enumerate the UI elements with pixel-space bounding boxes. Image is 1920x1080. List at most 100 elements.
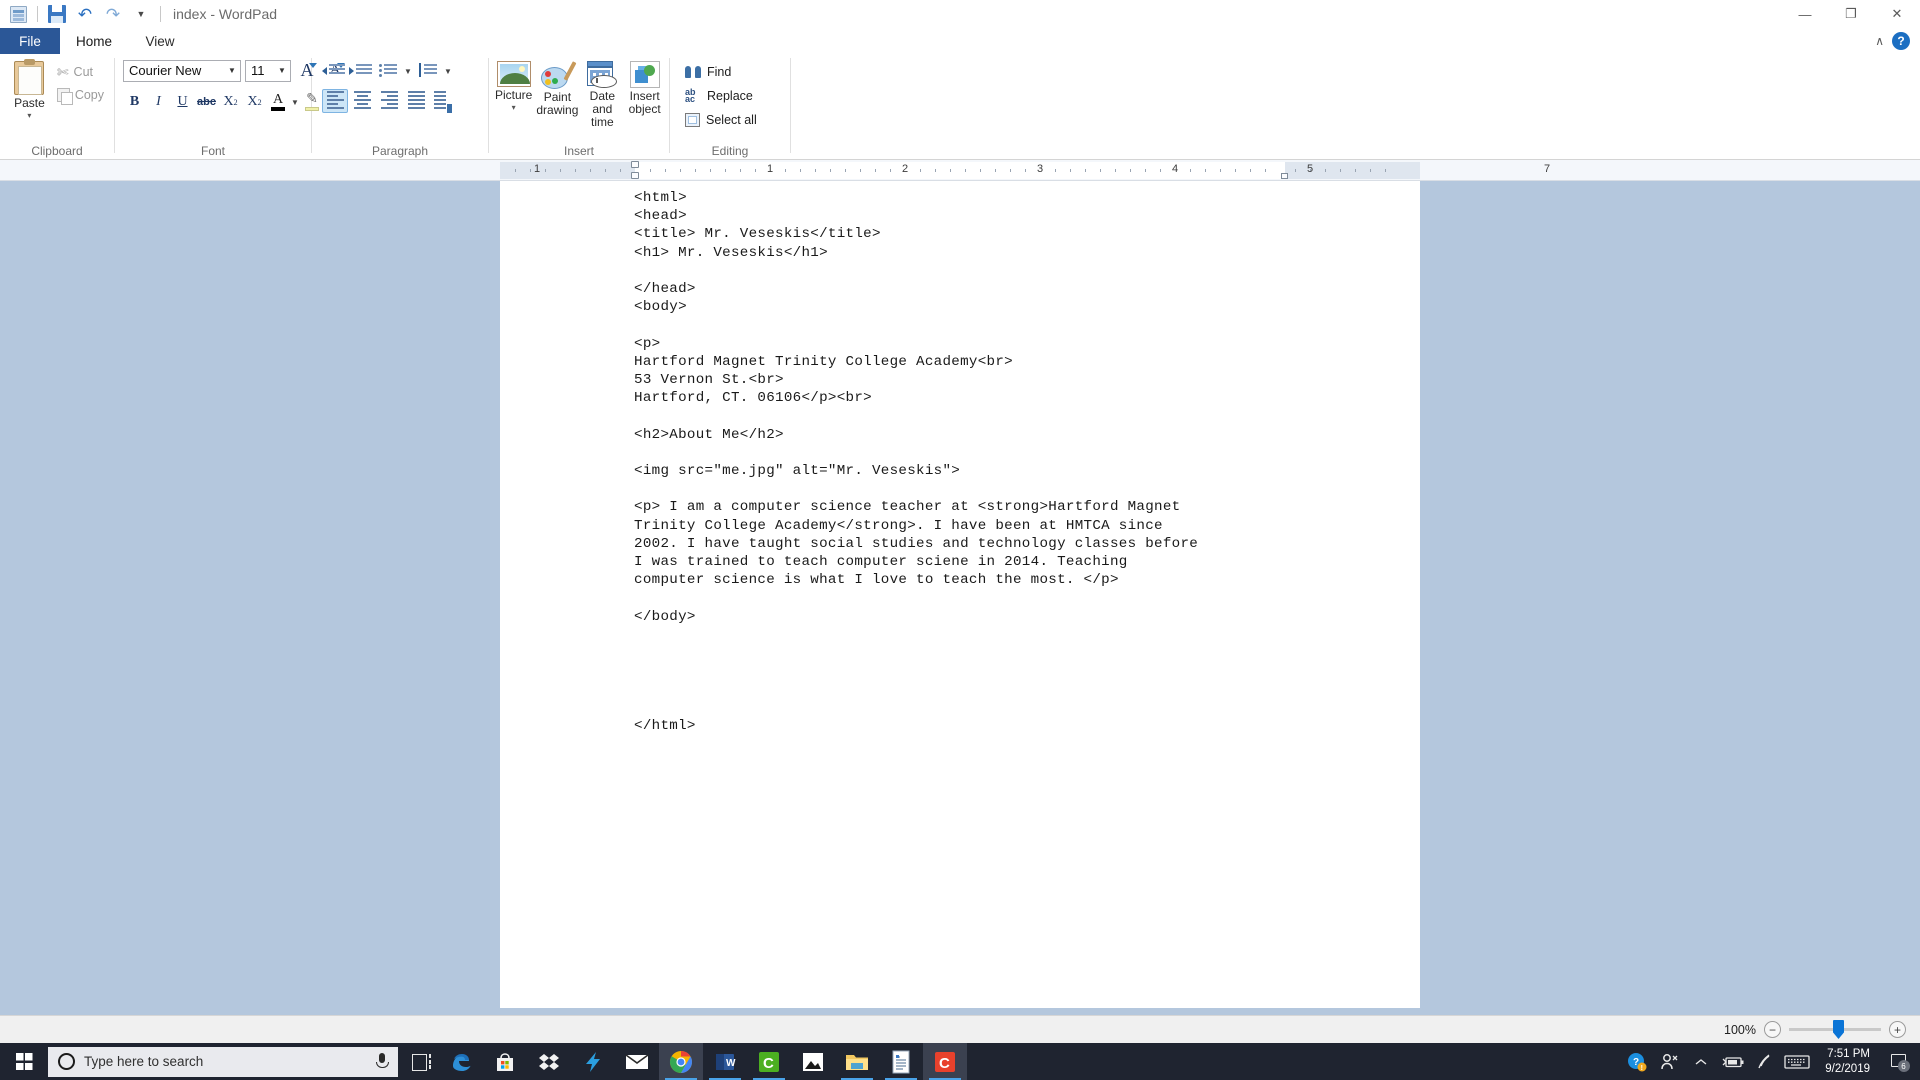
first-line-indent-marker[interactable] [631, 161, 639, 168]
help-tray-icon[interactable]: ?! [1621, 1043, 1653, 1080]
wordpad-window: ↶ ↷ ▼ index - WordPad — ❐ ✕ File Home Vi… [0, 0, 1920, 1080]
task-view-icon[interactable] [412, 1053, 431, 1071]
underline-button[interactable]: U [171, 91, 194, 114]
text-color-caret-icon[interactable]: ▼ [290, 98, 300, 107]
select-all-button[interactable]: Select all [680, 109, 762, 130]
ruler[interactable]: 1 1 2 3 4 5 7 [500, 160, 1550, 181]
action-center-button[interactable]: 6 [1882, 1043, 1916, 1080]
notification-count-badge: 6 [1897, 1060, 1910, 1072]
taskbar-clock[interactable]: 7:51 PM 9/2/2019 [1813, 1043, 1882, 1080]
tab-home[interactable]: Home [60, 28, 129, 54]
text-color-button[interactable]: A [267, 91, 289, 114]
taskbar-app-microsoft-store[interactable] [483, 1043, 527, 1080]
zoom-out-button[interactable]: − [1764, 1021, 1781, 1038]
italic-button[interactable]: I [147, 91, 170, 114]
insert-object-label-2: object [628, 102, 661, 117]
bold-button[interactable]: B [123, 91, 146, 114]
strikethrough-button[interactable]: abc [195, 91, 218, 114]
taskbar-app-lightning[interactable] [571, 1043, 615, 1080]
subscript-button[interactable]: X2 [219, 91, 242, 114]
minimize-button[interactable]: — [1782, 0, 1828, 28]
customize-qat-icon[interactable]: ▼ [128, 1, 154, 27]
paragraph-settings-button[interactable] [430, 89, 456, 113]
system-tray: ?! 7:51 PM 9/2/2019 6 [1621, 1043, 1920, 1080]
help-button[interactable]: ? [1892, 32, 1910, 50]
superscript-button[interactable]: X2 [243, 91, 266, 114]
font-size-value: 11 [251, 63, 265, 78]
action-center-icon: 6 [1890, 1054, 1910, 1072]
group-label-font: Font [200, 143, 225, 158]
tab-view[interactable]: View [128, 28, 192, 54]
decrease-indent-icon[interactable] [322, 59, 346, 83]
search-input[interactable]: Type here to search [48, 1046, 398, 1077]
taskbar-app-word[interactable]: W [703, 1043, 747, 1080]
wordpad-app-icon[interactable] [5, 1, 31, 27]
copy-button[interactable]: Copy [53, 85, 108, 105]
zoom-slider[interactable] [1789, 1020, 1881, 1039]
start-button[interactable] [0, 1043, 48, 1080]
document-page[interactable]: <html> <head> <title> Mr. Veseskis</titl… [500, 181, 1420, 1008]
insert-object-button[interactable]: Insert object [626, 58, 663, 116]
font-family-value: Courier New [129, 63, 202, 78]
cut-button[interactable]: ✄ Cut [53, 62, 108, 82]
undo-icon[interactable]: ↶ [72, 1, 98, 27]
ribbon-group-insert: Picture ▾ Paint drawing Date and time In… [489, 54, 669, 160]
font-size-caret-icon[interactable]: ▼ [274, 66, 290, 75]
zoom-slider-thumb[interactable] [1833, 1020, 1844, 1039]
replace-button[interactable]: ab ac Replace [680, 85, 762, 106]
picture-caret-icon[interactable]: ▾ [512, 103, 516, 112]
picture-icon [496, 61, 531, 87]
right-indent-marker[interactable] [1281, 173, 1288, 179]
ruler-number-2: 2 [901, 163, 909, 175]
bullets-icon[interactable] [376, 59, 400, 83]
taskbar-app-chrome[interactable] [659, 1043, 703, 1080]
redo-icon[interactable]: ↷ [100, 1, 126, 27]
picture-button[interactable]: Picture ▾ [495, 58, 532, 112]
align-center-button[interactable] [349, 89, 375, 113]
status-bar: 100% − + [0, 1015, 1920, 1043]
taskbar-app-green-c[interactable]: C [747, 1043, 791, 1080]
paste-caret-icon[interactable]: ▾ [27, 111, 31, 120]
font-family-combobox[interactable]: Courier New ▼ [123, 59, 241, 82]
document-text[interactable]: <html> <head> <title> Mr. Veseskis</titl… [634, 189, 1334, 735]
battery-icon[interactable] [1717, 1043, 1749, 1080]
taskbar-app-photos[interactable] [791, 1043, 835, 1080]
zoom-in-button[interactable]: + [1889, 1021, 1906, 1038]
pen-tray-icon[interactable] [1749, 1043, 1781, 1080]
taskbar-app-dropbox[interactable] [527, 1043, 571, 1080]
show-hidden-icons-chevron[interactable] [1685, 1043, 1717, 1080]
close-button[interactable]: ✕ [1874, 0, 1920, 28]
paste-button[interactable]: Paste ▾ [6, 58, 53, 120]
ruler-number-6: 7 [1543, 163, 1551, 175]
taskbar-app-file-explorer[interactable] [835, 1043, 879, 1080]
save-icon[interactable] [44, 1, 70, 27]
find-button[interactable]: Find [680, 61, 762, 82]
taskbar-app-edge[interactable] [439, 1043, 483, 1080]
align-left-button[interactable] [322, 89, 348, 113]
left-indent-marker[interactable] [631, 172, 639, 179]
font-size-combobox[interactable]: 11 ▼ [245, 59, 291, 82]
align-right-button[interactable] [376, 89, 402, 113]
line-spacing-caret-icon[interactable]: ▼ [443, 67, 453, 76]
justify-button[interactable] [403, 89, 429, 113]
ruler-left-margin [500, 162, 635, 179]
paint-drawing-button[interactable]: Paint drawing [536, 58, 578, 117]
picture-label: Picture [495, 88, 533, 102]
select-all-label: Select all [706, 112, 757, 127]
touch-keyboard-icon[interactable] [1781, 1043, 1813, 1080]
line-spacing-icon[interactable] [416, 59, 440, 83]
increase-indent-icon[interactable] [349, 59, 373, 83]
ruler-bar: 1 1 2 3 4 5 7 [0, 160, 1920, 181]
tab-file[interactable]: File [0, 28, 60, 54]
taskbar-app-camtasia[interactable]: C [923, 1043, 967, 1080]
date-and-time-button[interactable]: Date and time [582, 58, 622, 130]
bullets-caret-icon[interactable]: ▼ [403, 67, 413, 76]
collapse-ribbon-icon[interactable]: ∧ [1875, 34, 1884, 48]
windows-logo-icon [15, 1053, 33, 1070]
people-tray-icon[interactable] [1653, 1043, 1685, 1080]
restore-button[interactable]: ❐ [1828, 0, 1874, 28]
font-family-caret-icon[interactable]: ▼ [224, 66, 240, 75]
taskbar-app-mail[interactable] [615, 1043, 659, 1080]
taskbar-app-wordpad[interactable] [879, 1043, 923, 1080]
microphone-icon[interactable] [375, 1053, 389, 1070]
